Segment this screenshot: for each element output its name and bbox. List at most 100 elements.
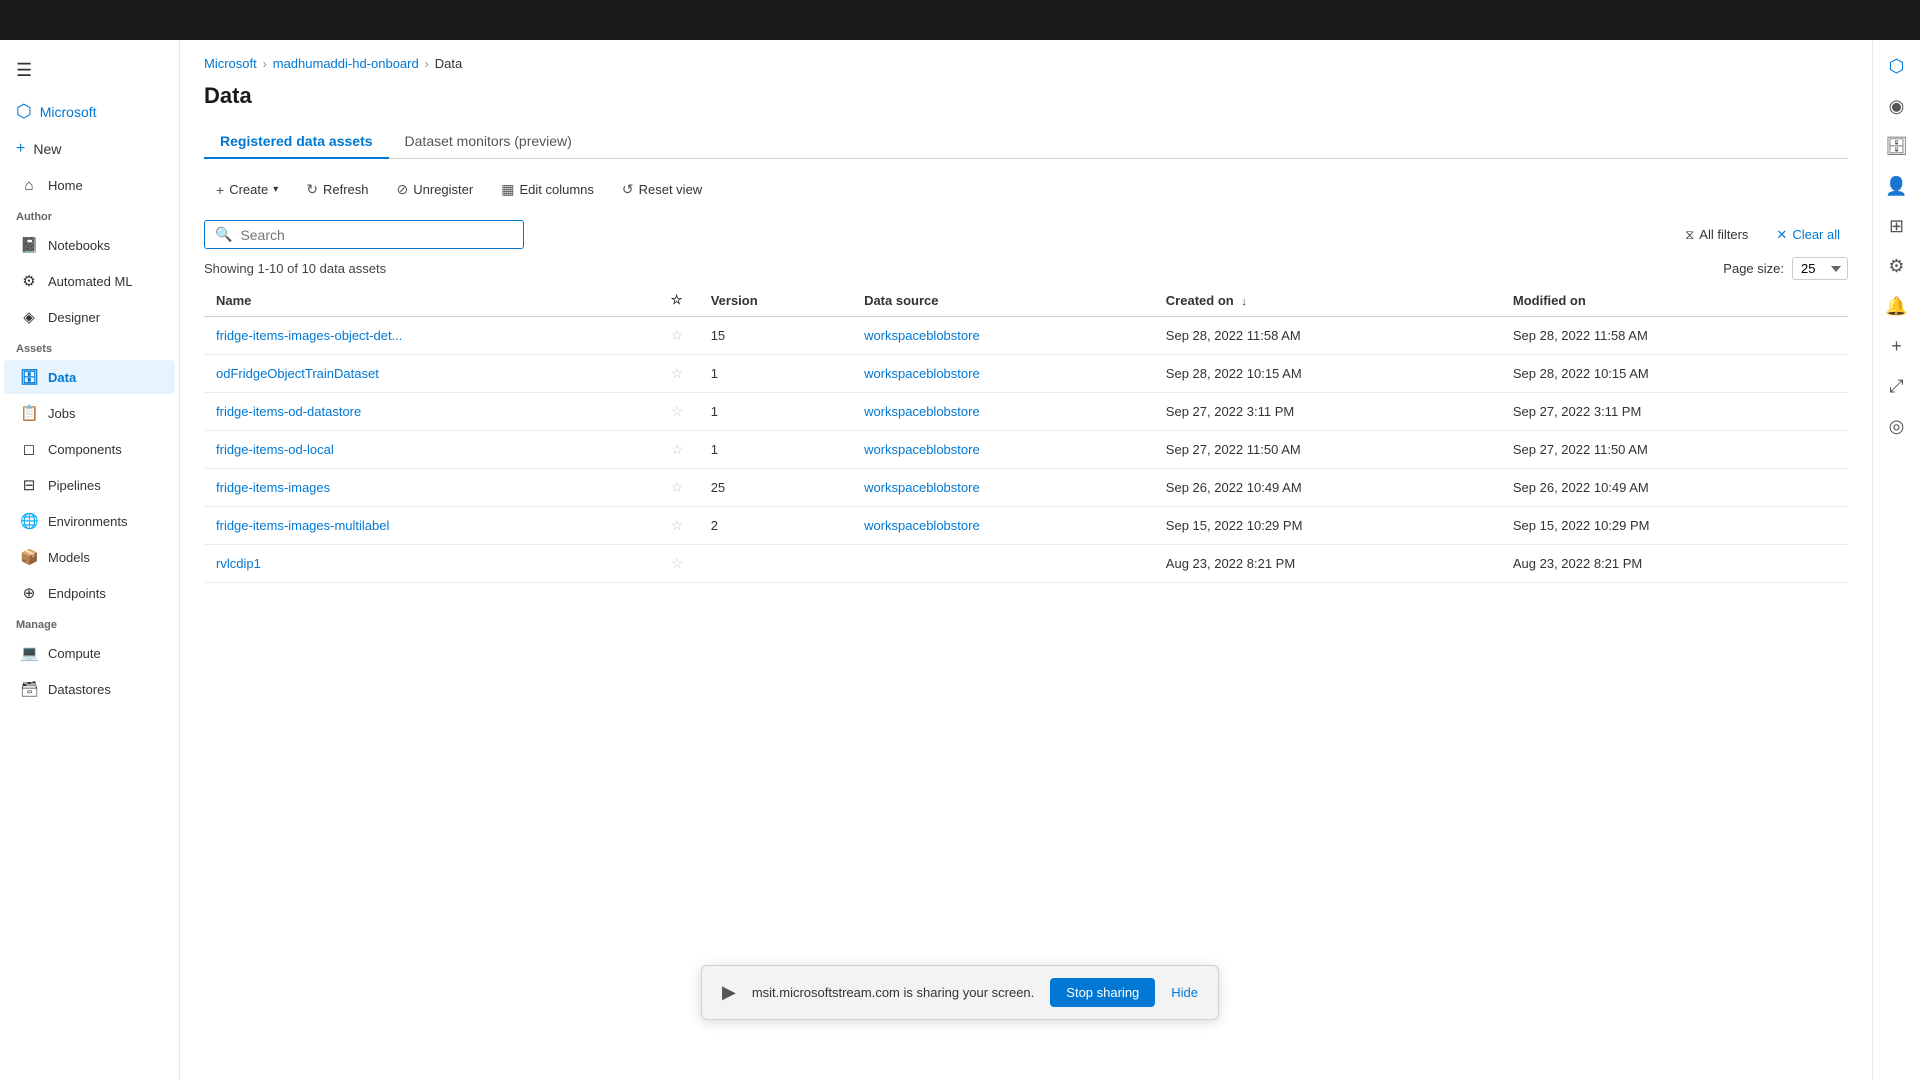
screen-share-banner: ▶ msit.microsoftstream.com is sharing yo… [701, 965, 1219, 1020]
cell-version: 1 [699, 355, 852, 393]
favorite-star-icon[interactable]: ☆ [671, 479, 684, 495]
search-box: 🔍 [204, 220, 524, 249]
favorite-star-icon[interactable]: ☆ [671, 517, 684, 533]
right-panel-storage-icon[interactable]: 🗄 [1879, 128, 1915, 164]
sidebar-item-notebooks[interactable]: 📓 Notebooks [4, 228, 175, 262]
sidebar-item-components[interactable]: ◻ Components [4, 432, 175, 466]
favorite-star-icon[interactable]: ☆ [671, 441, 684, 457]
stop-sharing-button[interactable]: Stop sharing [1050, 978, 1155, 1007]
row-name-link[interactable]: fridge-items-images [216, 480, 330, 495]
environments-icon: 🌐 [20, 512, 38, 530]
new-button[interactable]: + New [0, 130, 179, 168]
cell-version: 1 [699, 393, 852, 431]
favorite-star-icon[interactable]: ☆ [671, 403, 684, 419]
create-button[interactable]: + Create ▾ [204, 176, 290, 204]
sidebar-item-datastores-label: Datastores [48, 682, 111, 697]
screen-share-icon: ▶ [722, 982, 736, 1003]
datasource-link[interactable]: workspaceblobstore [864, 366, 980, 381]
cell-name: fridge-items-images-multilabel [204, 507, 659, 545]
right-panel-notifications-icon[interactable]: 🔔 [1879, 288, 1915, 324]
sidebar-brand[interactable]: ⬡ Microsoft [0, 93, 179, 130]
cell-created-on: Sep 28, 2022 11:58 AM [1154, 317, 1501, 355]
col-header-modified-on[interactable]: Modified on [1501, 284, 1848, 317]
cell-version [699, 545, 852, 583]
clear-all-button[interactable]: ✕ Clear all [1768, 223, 1848, 247]
sidebar-item-compute[interactable]: 💻 Compute [4, 636, 175, 670]
cell-data-source: workspaceblobstore [852, 507, 1154, 545]
col-header-data-source[interactable]: Data source [852, 284, 1154, 317]
favorite-star-icon[interactable]: ☆ [671, 555, 684, 571]
refresh-button[interactable]: ↻ Refresh [294, 175, 380, 204]
cell-favorite: ☆ [659, 507, 699, 545]
right-panel-gear2-icon[interactable]: ◎ [1879, 408, 1915, 444]
sidebar-item-endpoints[interactable]: ⊕ Endpoints [4, 576, 175, 610]
datasource-link[interactable]: workspaceblobstore [864, 442, 980, 457]
sidebar-item-models[interactable]: 📦 Models [4, 540, 175, 574]
page-size-select[interactable]: 10 25 50 100 [1792, 257, 1848, 280]
sidebar-item-data[interactable]: 🗄 Data [4, 360, 175, 394]
all-filters-button[interactable]: ⧖ All filters [1677, 223, 1756, 247]
right-panel-settings-icon[interactable]: ⚙ [1879, 248, 1915, 284]
cell-favorite: ☆ [659, 317, 699, 355]
hamburger-button[interactable]: ☰ [0, 48, 179, 93]
sidebar-item-endpoints-label: Endpoints [48, 586, 106, 601]
row-name-link[interactable]: fridge-items-images-multilabel [216, 518, 389, 533]
row-name-link[interactable]: odFridgeObjectTrainDataset [216, 366, 379, 381]
col-header-version[interactable]: Version [699, 284, 852, 317]
table-row: fridge-items-images-multilabel ☆ 2 workspac… [204, 507, 1848, 545]
filter-area: ⧖ All filters ✕ Clear all [1677, 223, 1848, 247]
table-row: fridge-items-od-datastore ☆ 1 workspaceblob… [204, 393, 1848, 431]
data-icon: 🗄 [20, 368, 38, 386]
datasource-link[interactable]: workspaceblobstore [864, 518, 980, 533]
sidebar-item-automated-ml[interactable]: ⚙ Automated ML [4, 264, 175, 298]
tab-monitors[interactable]: Dataset monitors (preview) [389, 125, 588, 159]
right-panel-plus-icon[interactable]: + [1879, 328, 1915, 364]
datasource-link[interactable]: workspaceblobstore [864, 480, 980, 495]
datasource-link[interactable]: workspaceblobstore [864, 328, 980, 343]
row-name-link[interactable]: fridge-items-images-object-det... [216, 328, 402, 343]
reset-view-button[interactable]: ↺ Reset view [610, 175, 714, 204]
cell-created-on: Sep 15, 2022 10:29 PM [1154, 507, 1501, 545]
breadcrumb-sep-2: › [425, 57, 429, 71]
favorite-star-icon[interactable]: ☆ [671, 327, 684, 343]
endpoints-icon: ⊕ [20, 584, 38, 602]
sidebar-item-jobs[interactable]: 📋 Jobs [4, 396, 175, 430]
clear-all-close-icon: ✕ [1776, 227, 1787, 243]
right-panel-expand-icon[interactable]: ⤢ [1879, 368, 1915, 404]
cell-created-on: Aug 23, 2022 8:21 PM [1154, 545, 1501, 583]
reset-view-icon: ↺ [622, 181, 634, 198]
row-name-link[interactable]: fridge-items-od-datastore [216, 404, 361, 419]
edit-columns-button[interactable]: ▦ Edit columns [489, 175, 606, 204]
row-name-link[interactable]: fridge-items-od-local [216, 442, 334, 457]
cell-data-source [852, 545, 1154, 583]
sidebar-item-designer[interactable]: ◈ Designer [4, 300, 175, 334]
right-panel-network-icon[interactable]: ◉ [1879, 88, 1915, 124]
table-row: rvlcdip1☆Aug 23, 2022 8:21 PMAug 23, 202… [204, 545, 1848, 583]
cell-modified-on: Sep 28, 2022 11:58 AM [1501, 317, 1848, 355]
sidebar-item-datastores[interactable]: 🗃 Datastores [4, 672, 175, 706]
sidebar-item-home[interactable]: ⌂ Home [4, 169, 175, 202]
unregister-button[interactable]: ⊘ Unregister [385, 175, 486, 204]
cell-name: fridge-items-od-local [204, 431, 659, 469]
favorite-star-icon[interactable]: ☆ [671, 365, 684, 381]
tab-registered[interactable]: Registered data assets [204, 125, 389, 159]
col-header-favorite[interactable]: ☆ [659, 284, 699, 317]
cell-name: rvlcdip1 [204, 545, 659, 583]
right-panel-office-icon[interactable]: ⊞ [1879, 208, 1915, 244]
col-header-created-on[interactable]: Created on ↓ [1154, 284, 1501, 317]
datasource-link[interactable]: workspaceblobstore [864, 404, 980, 419]
cell-version: 2 [699, 507, 852, 545]
sidebar-item-pipelines[interactable]: ⊟ Pipelines [4, 468, 175, 502]
right-panel-azure-icon[interactable]: ⬡ [1879, 48, 1915, 84]
right-panel-user-icon[interactable]: 👤 [1879, 168, 1915, 204]
sidebar-item-environments[interactable]: 🌐 Environments [4, 504, 175, 538]
table-row: fridge-items-od-local☆1workspaceblobstor… [204, 431, 1848, 469]
breadcrumb-workspace[interactable]: madhumaddi-hd-onboard [273, 56, 419, 71]
col-header-name[interactable]: Name [204, 284, 659, 317]
hide-button[interactable]: Hide [1171, 985, 1198, 1000]
search-input[interactable] [240, 227, 513, 243]
screen-share-text: msit.microsoftstream.com is sharing your… [752, 985, 1034, 1000]
breadcrumb-microsoft[interactable]: Microsoft [204, 56, 257, 71]
top-bar [0, 0, 1920, 40]
row-name-link[interactable]: rvlcdip1 [216, 556, 261, 571]
